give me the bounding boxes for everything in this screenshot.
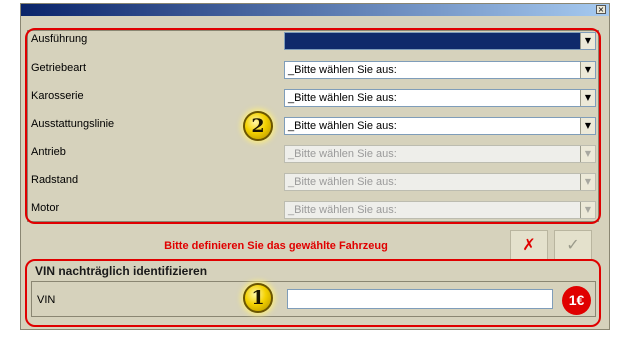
dropdown-value: _Bitte wählen Sie aus: bbox=[288, 148, 397, 160]
vin-input[interactable] bbox=[287, 289, 553, 309]
status-message: Bitte definieren Sie das gewählte Fahrze… bbox=[164, 240, 388, 252]
option-dropdown[interactable]: _Bitte wählen Sie aus: ▼ bbox=[284, 89, 596, 107]
option-dropdown[interactable]: _Bitte wählen Sie aus: ▼ bbox=[284, 117, 596, 135]
option-dropdown: _Bitte wählen Sie aus: ▼ bbox=[284, 201, 596, 219]
option-dropdown: _Bitte wählen Sie aus: ▼ bbox=[284, 145, 596, 163]
row-label: Ausstattungslinie bbox=[31, 118, 115, 130]
dropdown-value: _Bitte wählen Sie aus: bbox=[288, 92, 397, 104]
cancel-button[interactable]: ✗ bbox=[510, 230, 548, 260]
option-dropdown[interactable]: _Bitte wählen Sie aus: ▼ bbox=[284, 61, 596, 79]
title-bar: × bbox=[21, 4, 609, 16]
option-dropdown[interactable]: ▼ bbox=[284, 32, 596, 50]
row-label: Motor bbox=[31, 202, 60, 214]
row-label: Getriebeart bbox=[31, 62, 87, 74]
dropdown-value: _Bitte wählen Sie aus: bbox=[288, 120, 397, 132]
vehicle-definition-dialog: × Ausführung ▼ Getriebeart _Bitte wählen Si… bbox=[20, 3, 610, 330]
chevron-down-icon[interactable]: ▼ bbox=[580, 62, 595, 78]
row-label: Antrieb bbox=[31, 146, 66, 158]
vin-section-title: VIN nachträglich identifizieren bbox=[35, 264, 208, 278]
option-dropdown: _Bitte wählen Sie aus: ▼ bbox=[284, 173, 596, 191]
red-x-icon: ✗ bbox=[522, 235, 536, 254]
row-label: Ausführung bbox=[31, 33, 88, 45]
dropdown-value: _Bitte wählen Sie aus: bbox=[288, 204, 397, 216]
row-label: Karosserie bbox=[31, 90, 84, 102]
dropdown-value: _Bitte wählen Sie aus: bbox=[288, 64, 397, 76]
chevron-down-icon: ▼ bbox=[580, 146, 595, 162]
chevron-down-icon[interactable]: ▼ bbox=[580, 118, 595, 134]
step-2-badge: 2 bbox=[243, 111, 273, 141]
chevron-down-icon[interactable]: ▼ bbox=[580, 90, 595, 106]
vin-label: VIN bbox=[37, 294, 56, 306]
euro-price-icon[interactable]: 1€ bbox=[562, 286, 591, 315]
checkmark-icon: ✓ bbox=[566, 235, 580, 254]
chevron-down-icon[interactable]: ▼ bbox=[580, 33, 595, 49]
step-1-badge: 1 bbox=[243, 283, 273, 313]
close-button[interactable]: × bbox=[596, 5, 606, 14]
confirm-button[interactable]: ✓ bbox=[554, 230, 592, 260]
dropdown-value: _Bitte wählen Sie aus: bbox=[288, 176, 397, 188]
chevron-down-icon: ▼ bbox=[580, 174, 595, 190]
row-label: Radstand bbox=[31, 174, 79, 186]
chevron-down-icon: ▼ bbox=[580, 202, 595, 218]
